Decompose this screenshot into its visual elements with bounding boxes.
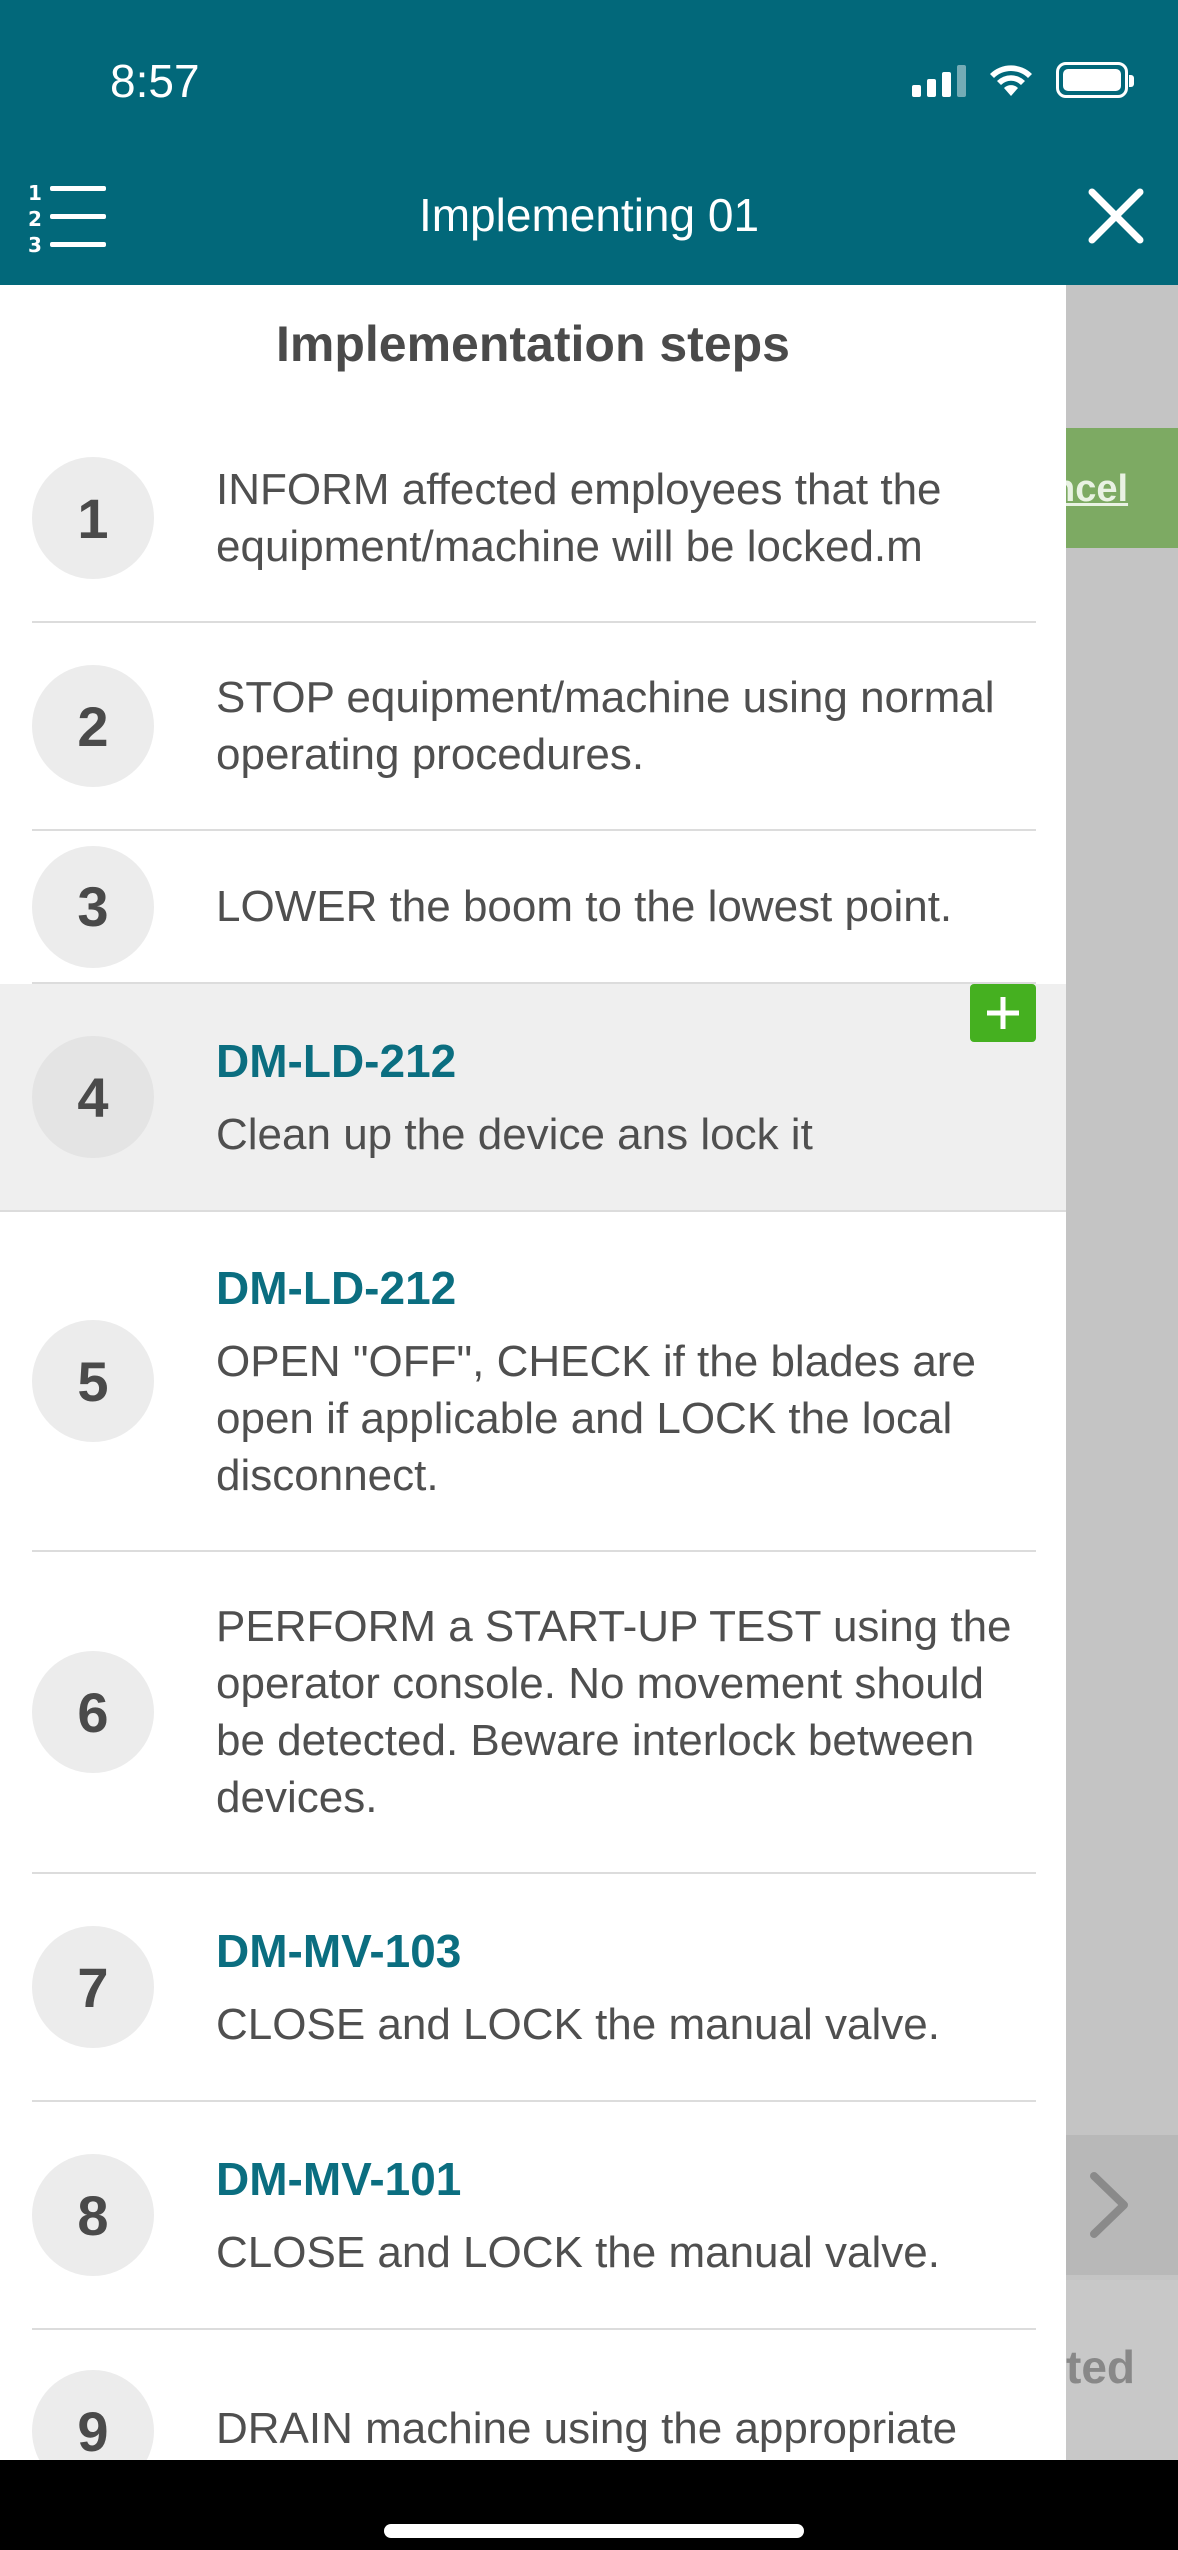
background-cancel-button: ncel — [1066, 428, 1178, 548]
chevron-right-icon — [1090, 2172, 1128, 2238]
implementation-steps-drawer: Implementation steps 1 INFORM affected e… — [0, 285, 1066, 2460]
screen: 8:57 1 2 3 Implementing 01 nc — [0, 0, 1178, 2550]
step-number: 7 — [32, 1926, 154, 2048]
app-header: 8:57 1 2 3 Implementing 01 — [0, 0, 1178, 285]
device-code: DM-MV-103 — [216, 1924, 462, 1977]
battery-icon — [1056, 62, 1134, 98]
step-item[interactable]: 9 DRAIN machine using the appropriate me… — [32, 2330, 1036, 2460]
background-page — [1066, 285, 1178, 2460]
step-item[interactable]: 6 PERFORM a START-UP TEST using the oper… — [32, 1552, 1036, 1874]
step-number: 6 — [32, 1651, 154, 1773]
close-icon[interactable] — [1086, 186, 1146, 246]
signal-icon — [912, 63, 966, 97]
step-number: 3 — [32, 845, 154, 968]
step-text: DRAIN machine using the appropriate meth… — [216, 2404, 958, 2453]
step-number: 2 — [32, 665, 154, 787]
step-text: PERFORM a START-UP TEST using the operat… — [216, 1602, 1012, 1822]
home-indicator[interactable] — [384, 2524, 804, 2538]
step-text: LOWER the boom to the lowest point. — [216, 882, 953, 931]
step-item[interactable]: 1 INFORM affected employees that the equ… — [32, 415, 1036, 623]
step-text: OPEN "OFF", CHECK if the blades are open… — [216, 1336, 976, 1500]
plus-icon — [987, 997, 1019, 1029]
status-time: 8:57 — [110, 55, 200, 107]
step-item[interactable]: 5 DM-LD-212 OPEN "OFF", CHECK if the bla… — [32, 1212, 1036, 1552]
step-item[interactable]: 2 STOP equipment/machine using normal op… — [32, 623, 1036, 831]
step-item[interactable]: 8 DM-MV-101 CLOSE and LOCK the manual va… — [32, 2102, 1036, 2330]
step-item[interactable]: 3 LOWER the boom to the lowest point. — [32, 831, 1036, 984]
step-number: 9 — [32, 2370, 154, 2460]
step-text: STOP equipment/machine using normal oper… — [216, 673, 995, 779]
step-text: INFORM affected employees that the equip… — [216, 465, 942, 571]
step-text: Clean up the device ans lock it — [216, 1109, 813, 1159]
status-icons — [912, 62, 1134, 98]
header-title: Implementing 01 — [418, 189, 760, 241]
step-text: CLOSE and LOCK the manual valve. — [216, 1999, 940, 2049]
step-text: CLOSE and LOCK the manual valve. — [216, 2227, 940, 2277]
add-button[interactable] — [970, 984, 1036, 1042]
background-status-label: ted — [1066, 2280, 1178, 2460]
step-item-selected[interactable]: 4 DM-LD-212 Clean up the device ans lock… — [0, 984, 1066, 1212]
device-code: DM-LD-212 — [216, 1034, 457, 1087]
device-code: DM-LD-212 — [216, 1261, 457, 1314]
step-number: 5 — [32, 1320, 154, 1442]
step-item[interactable]: 7 DM-MV-103 CLOSE and LOCK the manual va… — [32, 1874, 1036, 2102]
step-number: 1 — [32, 457, 154, 579]
step-number: 8 — [32, 2154, 154, 2276]
step-number: 4 — [32, 1036, 154, 1158]
device-code: DM-MV-101 — [216, 2152, 462, 2205]
drawer-title: Implementation steps — [276, 316, 790, 372]
wifi-icon — [990, 65, 1032, 96]
